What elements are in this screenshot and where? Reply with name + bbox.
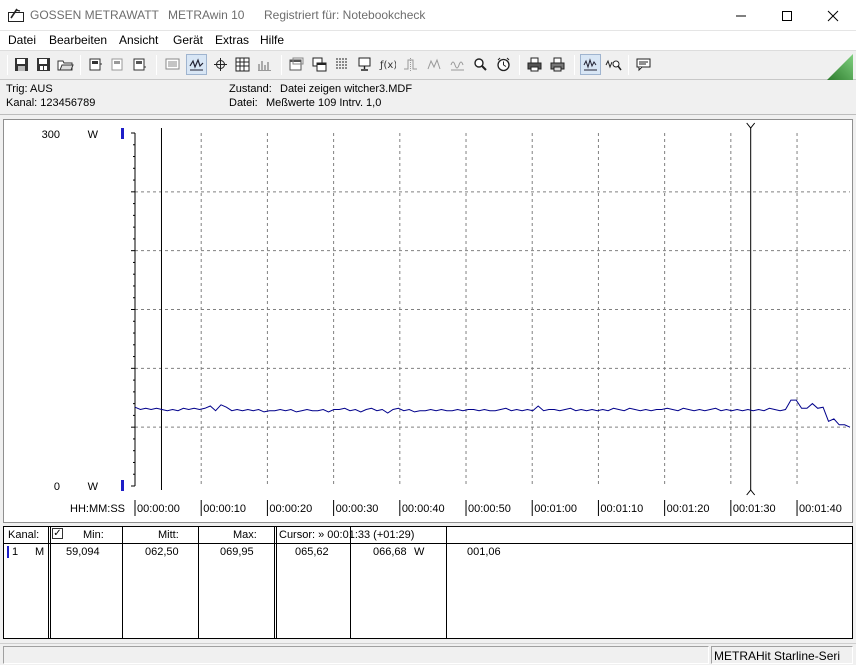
cursor-value-1: 065,62 <box>295 546 329 558</box>
x-tick-label: 00:00:30 <box>336 503 379 515</box>
x-tick-label: 00:00:20 <box>269 503 312 515</box>
power-chart[interactable]: 300 W 0 W HH:MM:SS 00:00:00 00:00:10 00:00:20 00… <box>4 120 852 522</box>
menu-geraet[interactable]: Gerät <box>173 33 203 47</box>
mitt-header: Mitt: <box>158 529 179 541</box>
maximize-button[interactable] <box>764 0 810 31</box>
menu-ansicht[interactable]: Ansicht <box>119 33 158 47</box>
menu-bearbeiten[interactable]: Bearbeiten <box>49 33 107 47</box>
crosshair-icon[interactable] <box>210 54 231 75</box>
window-app-name: GOSSEN METRAWATT <box>30 8 159 22</box>
list-view-icon[interactable] <box>162 54 183 75</box>
min-value: 59,094 <box>66 546 100 558</box>
window-program-name: METRAwin 10 <box>168 8 245 22</box>
minimize-icon <box>736 15 746 16</box>
cursor-right-marker-bottom <box>746 489 756 496</box>
x-tick-label: 00:00:00 <box>137 503 180 515</box>
window-registration: Registriert für: Notebookcheck <box>264 8 426 22</box>
cursor-value-2: 066,68 <box>373 546 407 558</box>
file-label: Datei: <box>229 97 258 109</box>
channel-checkbox[interactable]: ✓ <box>52 528 63 539</box>
row-channel: 1 <box>12 546 19 558</box>
y-unit-bottom: W <box>88 481 99 493</box>
status-label: Zustand: <box>229 83 272 95</box>
kanal-header: Kanal: <box>8 529 40 541</box>
minimize-button[interactable] <box>718 0 764 31</box>
menu-extras[interactable]: Extras <box>215 33 249 47</box>
x-tick-label: 00:01:20 <box>667 503 710 515</box>
zoom-settings-icon[interactable] <box>470 54 491 75</box>
x-tick-label: 00:00:50 <box>468 503 511 515</box>
bar-view-icon[interactable] <box>254 54 275 75</box>
svg-text:ƒ(x): ƒ(x) <box>379 60 396 71</box>
trigger-status: Trig: AUS <box>6 83 53 95</box>
signal-icon[interactable] <box>424 54 445 75</box>
cursor-header: Cursor: » 00:01:33 (+01:29) <box>279 529 415 541</box>
monitor-icon[interactable] <box>354 54 375 75</box>
channel-marker-bottom <box>121 480 124 491</box>
comment-icon[interactable] <box>633 54 654 75</box>
cursor-delta: 001,06 <box>467 546 501 558</box>
wave-icon[interactable] <box>447 54 468 75</box>
toolbar: ƒ(x) <box>0 50 856 80</box>
x-axis-label: HH:MM:SS <box>70 503 125 515</box>
status-value: Datei zeigen witcher3.MDF <box>280 83 413 95</box>
menu-datei[interactable]: Datei <box>8 33 36 47</box>
cursor-unit: W <box>414 546 425 558</box>
window-icon[interactable] <box>286 54 307 75</box>
device-output-icon[interactable] <box>129 54 150 75</box>
open-folder-icon[interactable] <box>55 54 76 75</box>
print-setup-icon[interactable] <box>547 54 568 75</box>
close-button[interactable] <box>810 0 856 31</box>
file-value: Meßwerte 109 Intrv. 1,0 <box>266 97 382 109</box>
y-max-label: 300 <box>42 129 60 141</box>
trigger-icon[interactable] <box>400 54 421 75</box>
x-tick-label: 00:00:10 <box>203 503 246 515</box>
function-icon[interactable]: ƒ(x) <box>377 54 398 75</box>
maximize-icon <box>782 10 792 21</box>
device-name: METRAHit Starline-Seri <box>714 649 841 663</box>
series-line <box>134 399 851 428</box>
clock-icon[interactable] <box>493 54 514 75</box>
channel-list: Kanal: 123456789 <box>6 97 96 109</box>
status-bar: METRAHit Starline-Seri <box>0 643 856 665</box>
x-tick-label: 00:01:30 <box>733 503 776 515</box>
measurement-table: Kanal: ✓ Min: Mitt: Max: Cursor: » 00:01… <box>3 526 853 639</box>
row-mode: M <box>35 546 45 558</box>
status-field-left <box>3 646 709 664</box>
x-tick-label: 00:01:00 <box>534 503 577 515</box>
save-icon[interactable] <box>11 54 32 75</box>
max-header: Max: <box>233 529 257 541</box>
x-tick-label: 00:00:40 <box>402 503 445 515</box>
y-unit-top: W <box>88 129 99 141</box>
waveform-view-icon[interactable] <box>186 54 207 75</box>
title-bar: GOSSEN METRAWATT METRAwin 10 Registriert… <box>0 0 856 31</box>
corner-triangle-icon <box>827 54 853 80</box>
info-panel: Trig: AUS Kanal: 123456789 Zustand: Date… <box>0 81 856 115</box>
cursor-right-marker-top <box>746 122 756 129</box>
waveform-zoom-icon[interactable] <box>580 54 601 75</box>
channel-marker-top <box>121 128 124 139</box>
x-tick-label: 00:01:10 <box>600 503 643 515</box>
mitt-value: 062,50 <box>145 546 179 558</box>
waveform-search-icon[interactable] <box>603 54 624 75</box>
window-cascade-icon[interactable] <box>309 54 330 75</box>
save-as-icon[interactable] <box>33 54 54 75</box>
device-icon[interactable] <box>107 54 128 75</box>
menu-bar: Datei Bearbeiten Ansicht Gerät Extras Hi… <box>0 31 856 50</box>
device-read-icon[interactable] <box>85 54 106 75</box>
max-value: 069,95 <box>220 546 254 558</box>
grid-icon[interactable] <box>331 54 352 75</box>
y-min-label: 0 <box>54 481 60 493</box>
table-view-icon[interactable] <box>232 54 253 75</box>
chart-panel[interactable]: 300 W 0 W HH:MM:SS 00:00:00 00:00:10 00:00:20 00… <box>3 119 853 523</box>
close-icon <box>827 10 839 21</box>
menu-hilfe[interactable]: Hilfe <box>260 33 284 47</box>
app-icon <box>8 8 24 22</box>
min-header: Min: <box>83 529 104 541</box>
channel-color-marker <box>7 546 9 558</box>
print-icon[interactable] <box>524 54 545 75</box>
x-tick-label: 00:01:40 <box>799 503 842 515</box>
status-field-device: METRAHit Starline-Seri <box>711 646 853 664</box>
